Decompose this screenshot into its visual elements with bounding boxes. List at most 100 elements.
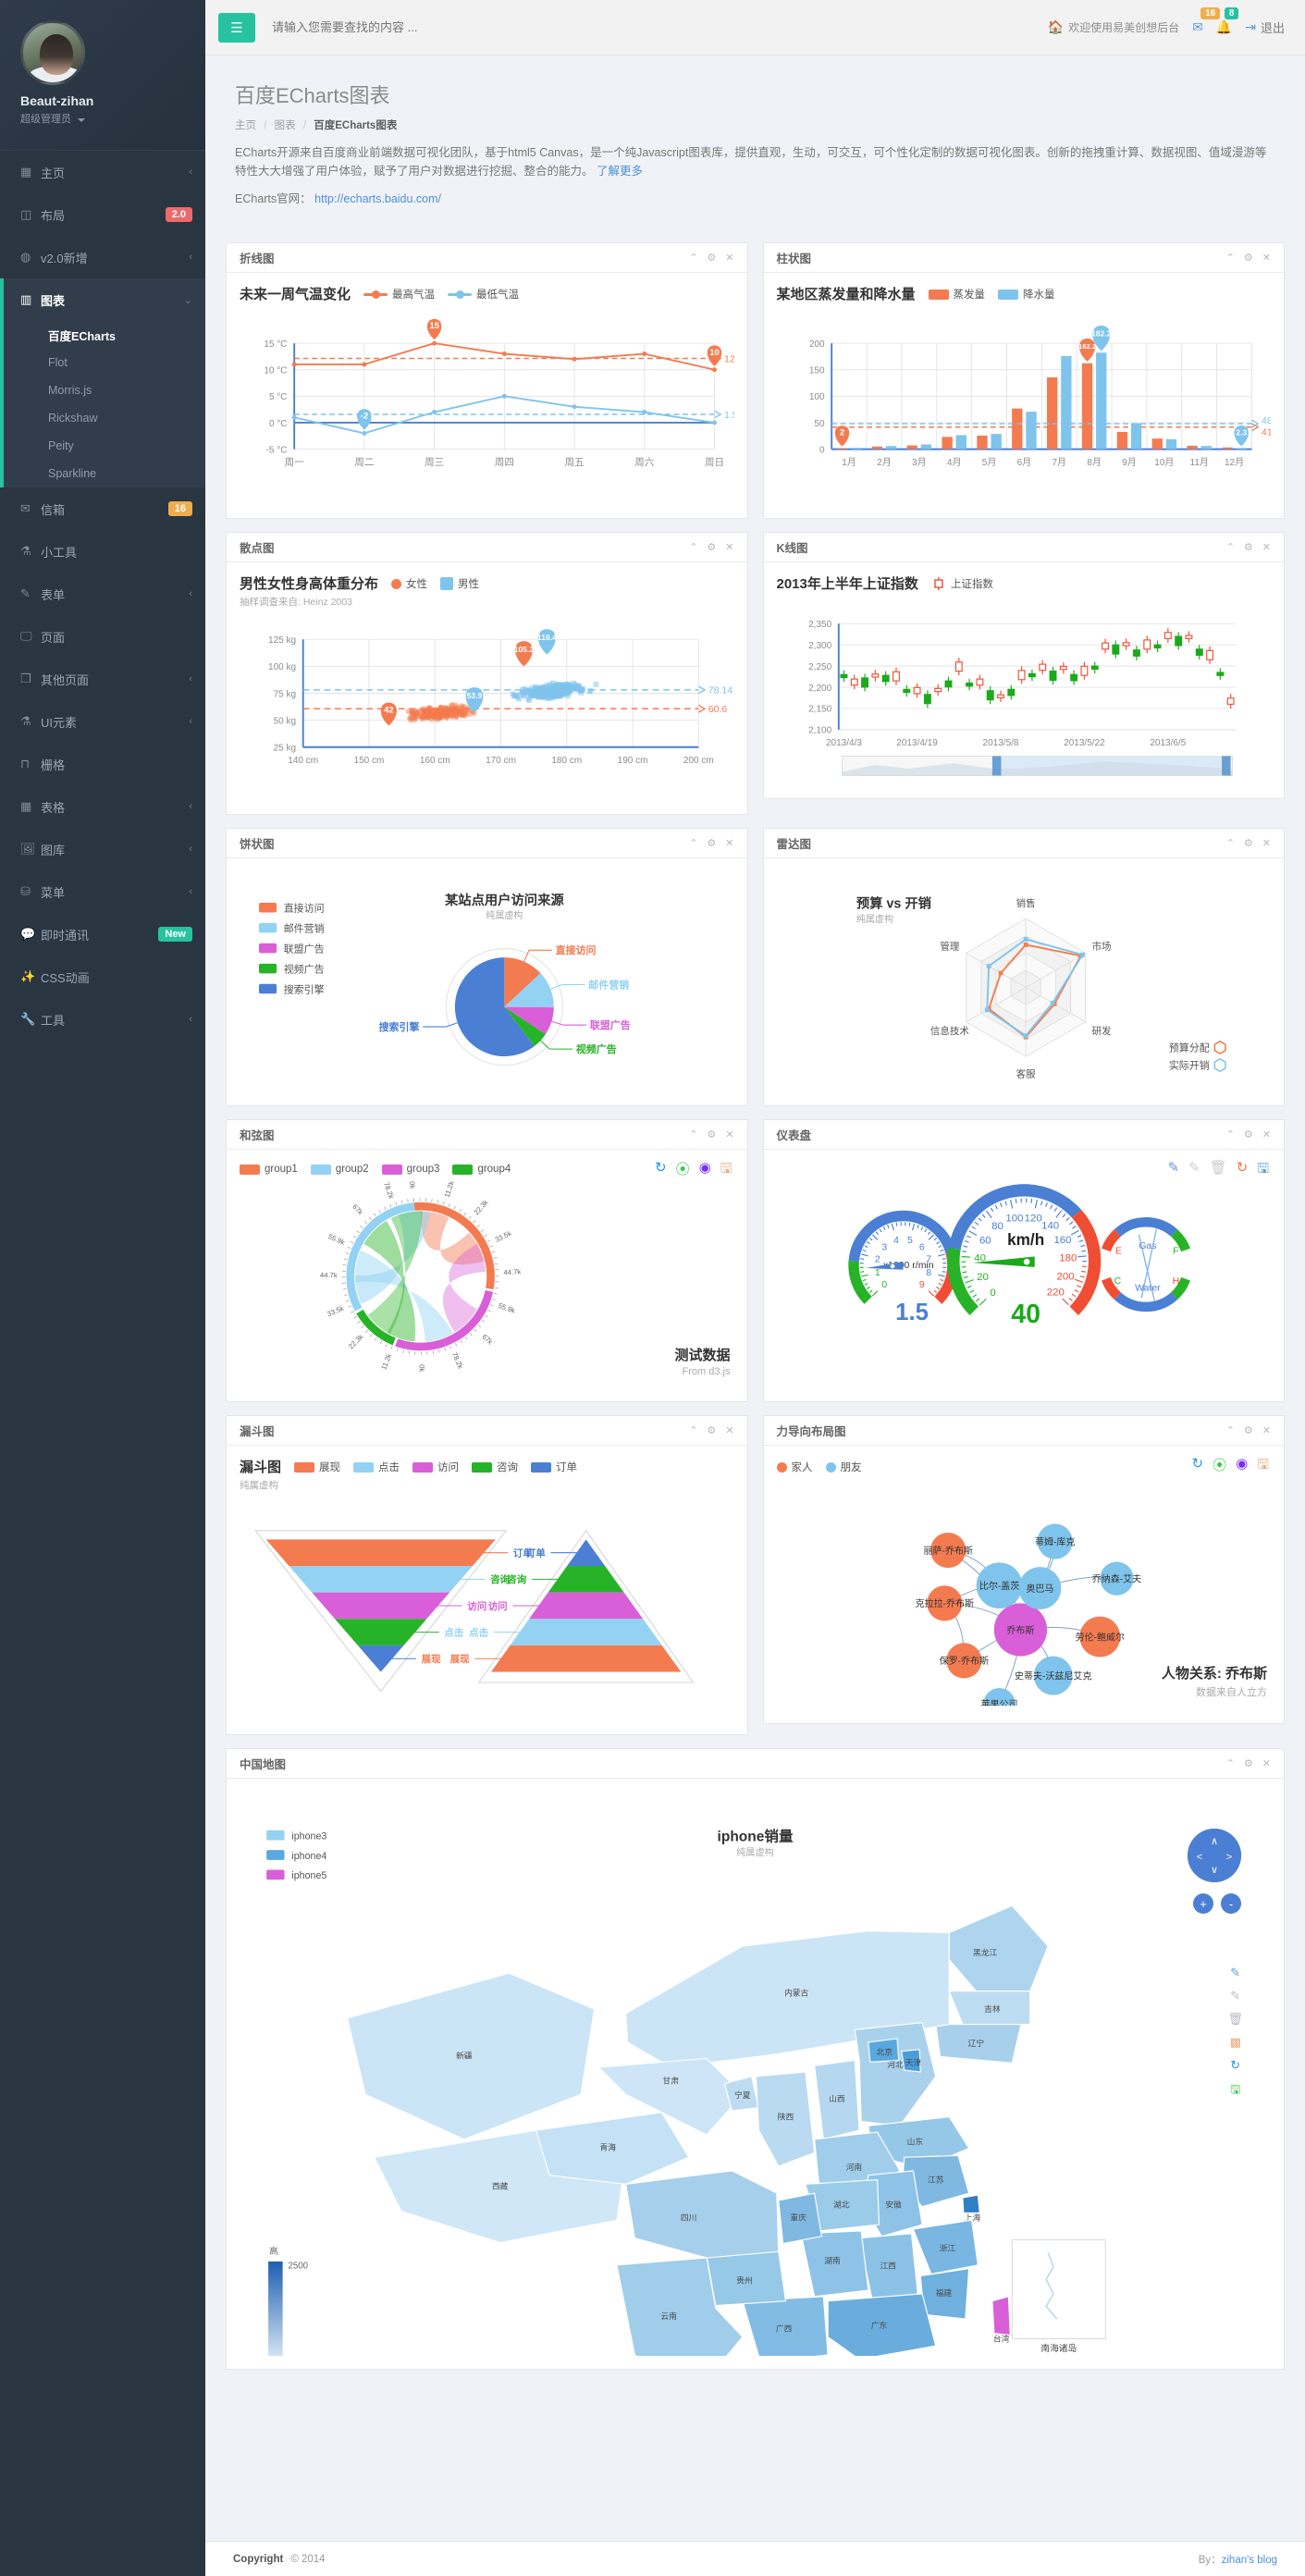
sidebar-item-1[interactable]: ◫ 布局 2.0 <box>0 193 205 236</box>
sidebar-item-13[interactable]: ⛁ 菜单 ‹ <box>0 870 205 913</box>
close-icon[interactable]: ✕ <box>1262 541 1271 553</box>
radar-chart-canvas[interactable]: 预算 vs 开销纯属虚构 销售市场研发客服 信息技术 管理预算分配实际开销 <box>777 869 1272 1090</box>
close-icon[interactable]: ✕ <box>725 541 733 553</box>
chord-chart-canvas[interactable]: 0k 11.2k 22.3k 33.5k 44.7k 55.9k 67k 78.2k 0k 11.… <box>240 1175 734 1380</box>
breadcrumb-item-0[interactable]: 主页 <box>235 120 256 131</box>
sidebar-item-11[interactable]: ▦ 表格 ‹ <box>0 785 205 828</box>
refresh-icon[interactable]: ↻ <box>1230 2058 1240 2073</box>
line-chart-canvas[interactable]: 15 °C 10 °C 5 °C 0 °C -5 °C 周一 周二 周三 周四 周五 周六 周日 12.… <box>240 303 748 502</box>
gauge-chart-canvas[interactable]: 01234 56789x1000 r/min1.5020406080100 1201… <box>777 1161 1272 1370</box>
sidebar-subitem-5[interactable]: Sparkline <box>0 460 205 487</box>
map-pan-control[interactable]: ∧ ∨ < > <box>1188 1829 1241 1882</box>
collapse-icon[interactable]: ⌃ <box>689 541 697 553</box>
close-icon[interactable]: ✕ <box>725 252 733 264</box>
close-icon[interactable]: ✕ <box>725 1128 733 1140</box>
save-icon[interactable]: 🖫 <box>1230 2081 1240 2101</box>
official-url-link[interactable]: http://echarts.baidu.com/ <box>314 192 441 205</box>
gear-icon[interactable]: ⚙ <box>1244 1424 1253 1436</box>
sidebar-subitem-0[interactable]: 百度ECharts <box>0 321 205 349</box>
collapse-icon[interactable]: ⌃ <box>1226 252 1235 264</box>
close-icon[interactable]: ✕ <box>725 1424 733 1436</box>
search-input[interactable] <box>270 19 659 35</box>
mail-notification-button[interactable]: ✉ 16 <box>1192 7 1221 35</box>
refresh-icon[interactable]: ↻ <box>1192 1455 1204 1478</box>
gear-icon[interactable]: ⚙ <box>707 541 716 553</box>
sidebar-subitem-1[interactable]: Flot <box>0 349 205 376</box>
force-icon[interactable]: ⦿ <box>1213 1455 1226 1478</box>
china-map-canvas[interactable]: iphone销量纯属虚构 iphone3 iphone4 iphone5 黑龙江吉林辽宁… <box>240 1790 1271 2425</box>
close-icon[interactable]: ✕ <box>725 837 733 849</box>
pencil-minus-icon[interactable]: ✎ <box>1230 1989 1240 2003</box>
legend-item[interactable]: 上证指数 <box>931 576 993 591</box>
legend-item[interactable]: 朋友 <box>825 1460 862 1474</box>
legend-item[interactable]: 男性 <box>440 576 479 591</box>
hamburger-icon[interactable]: ☰ <box>218 12 255 43</box>
sidebar-item-14[interactable]: 💬 即时通讯 New <box>0 913 205 955</box>
sidebar-item-2[interactable]: ◍ v2.0新增 ‹ <box>0 236 205 278</box>
legend-item[interactable]: 最高气温 <box>363 287 435 302</box>
gear-icon[interactable]: ⚙ <box>1244 541 1253 553</box>
chord-icon[interactable]: ◉ <box>1236 1455 1248 1478</box>
legend-item[interactable]: 订单 <box>531 1460 577 1474</box>
sidebar-item-9[interactable]: ⚗ UI元素 ‹ <box>0 700 205 743</box>
close-icon[interactable]: ✕ <box>1262 1128 1271 1140</box>
sidebar-subitem-2[interactable]: Morris.js <box>0 376 205 404</box>
trash-icon[interactable]: 🗑 <box>1210 1159 1227 1182</box>
legend-item[interactable]: 点击 <box>353 1460 400 1474</box>
force-icon[interactable]: ⦿ <box>676 1159 690 1182</box>
legend-item[interactable]: 降水量 <box>998 287 1055 302</box>
welcome-link[interactable]: 🏠 欢迎使用易美创想后台 <box>1048 19 1179 35</box>
sidebar-item-10[interactable]: ⊓ 栅格 <box>0 743 205 785</box>
legend-item[interactable]: 女性 <box>391 576 427 591</box>
legend-item[interactable]: 最低气温 <box>448 287 519 302</box>
funnel-chart-canvas[interactable]: 订单咨询访问点击展现订单咨询访问点击展现 <box>240 1492 734 1719</box>
close-icon[interactable]: ✕ <box>1262 1757 1271 1769</box>
save-icon[interactable]: 🖫 <box>1257 1455 1269 1478</box>
collapse-icon[interactable]: ⌃ <box>689 1128 697 1140</box>
collapse-icon[interactable]: ⌃ <box>1226 1757 1235 1769</box>
legend-item[interactable]: group3 <box>381 1164 439 1175</box>
legend-item[interactable]: 展现 <box>294 1460 340 1474</box>
bar-chart-canvas[interactable]: 200 150 100 50 0 1月 2月 3月 4月 5月 6月 7月 8月 9月 10月 11月 12月 4… <box>777 303 1286 502</box>
collapse-icon[interactable]: ⌃ <box>1226 837 1235 849</box>
map-container[interactable]: iphone销量 纯属虚构 iphone3 iphone4 iphone5 黑龙江 吉林 辽宁… <box>240 1790 1271 2425</box>
sidebar-item-4[interactable]: ✉ 信箱 16 <box>0 487 205 530</box>
learn-more-link[interactable]: 了解更多 <box>597 165 643 178</box>
gear-icon[interactable]: ⚙ <box>1244 837 1253 849</box>
sidebar-subitem-3[interactable]: Rickshaw <box>0 404 205 432</box>
logout-button[interactable]: ⇥ 退出 <box>1245 18 1285 36</box>
pie-chart-canvas[interactable]: 某站点用户访问来源纯属虚构直接访问邮件营销联盟广告视频广告搜索引擎直接访问邮件营… <box>240 869 734 1090</box>
legend-item[interactable]: group4 <box>452 1164 511 1175</box>
kline-chart-canvas[interactable]: 2,350 2,300 2,250 2,200 2,150 2,100 2013/4/3 20… <box>777 593 1272 783</box>
sidebar-item-0[interactable]: ▦ 主页 ‹ <box>0 151 205 193</box>
sidebar-item-3[interactable]: ▥ 图表 ⌄ <box>0 278 205 321</box>
user-profile[interactable]: Beaut-zihan 超级管理员 <box>0 0 205 151</box>
map-zoom-in-button[interactable]: + <box>1193 1893 1213 1914</box>
legend-item[interactable]: group2 <box>310 1164 369 1175</box>
close-icon[interactable]: ✕ <box>1262 1424 1271 1436</box>
save-icon[interactable]: 🖫 <box>1257 1159 1269 1182</box>
breadcrumb-item-1[interactable]: 图表 <box>275 120 296 131</box>
refresh-icon[interactable]: ↻ <box>1237 1159 1249 1182</box>
sidebar-item-5[interactable]: ⚗ 小工具 <box>0 530 205 573</box>
collapse-icon[interactable]: ⌃ <box>1226 1128 1235 1140</box>
trash-icon[interactable]: 🗑 <box>1227 2012 1243 2027</box>
collapse-icon[interactable]: ⌃ <box>689 252 697 264</box>
sidebar-item-16[interactable]: 🔧 工具 ‹ <box>0 998 205 1041</box>
pencil-minus-icon[interactable]: ✎ <box>1188 1159 1200 1182</box>
footer-author-link[interactable]: zihan's blog <box>1222 2555 1277 2566</box>
gear-icon[interactable]: ⚙ <box>707 1128 716 1140</box>
sidebar-item-12[interactable]: 🖼 图库 ‹ <box>0 828 205 870</box>
gear-icon[interactable]: ⚙ <box>707 837 716 849</box>
bell-notification-button[interactable]: 🔔 8 <box>1216 7 1239 35</box>
gear-icon[interactable]: ⚙ <box>707 1424 716 1436</box>
close-icon[interactable]: ✕ <box>1262 252 1271 264</box>
collapse-icon[interactable]: ⌃ <box>1226 541 1235 553</box>
refresh-icon[interactable]: ↻ <box>655 1159 667 1182</box>
sidebar-item-15[interactable]: ✨ CSS动画 <box>0 955 205 998</box>
pencil-plus-icon[interactable]: ✎ <box>1167 1159 1179 1182</box>
close-icon[interactable]: ✕ <box>1262 837 1271 849</box>
map-zoom-out-button[interactable]: - <box>1221 1893 1241 1914</box>
sidebar-item-6[interactable]: ✎ 表单 ‹ <box>0 573 205 615</box>
chord-icon[interactable]: ◉ <box>699 1159 711 1182</box>
